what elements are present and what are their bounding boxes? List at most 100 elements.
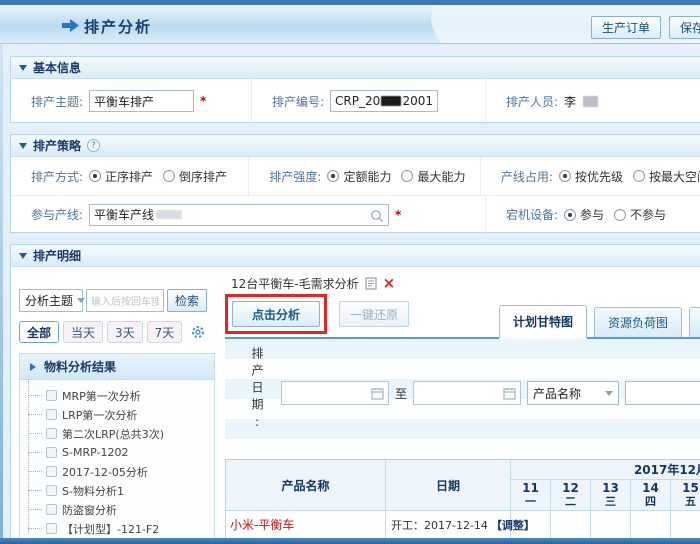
day-column-header[interactable]: 15五 bbox=[671, 480, 700, 510]
range-tab-7days[interactable]: 7天 bbox=[147, 321, 183, 343]
gantt-toolbar: 点击分析 一键还原 计划甘特图 资源负荷图 排产结果表 bbox=[225, 293, 700, 339]
radio-by-max-idle[interactable]: 按最大空闲 bbox=[633, 168, 700, 185]
basic-info-section-title: 基本信息 bbox=[33, 59, 81, 76]
collapse-arrow-icon bbox=[19, 65, 27, 71]
page-banner: 排产分析 生产订单 保存 bbox=[0, 5, 700, 44]
date-to-input[interactable] bbox=[413, 381, 521, 405]
checkbox-icon[interactable] bbox=[46, 523, 57, 534]
day-column-header[interactable]: 11一 bbox=[511, 480, 551, 510]
gantt-cell[interactable] bbox=[551, 511, 591, 538]
radio-backward-scheduling[interactable]: 倒序排产 bbox=[163, 168, 227, 185]
day-column-header[interactable]: 12二 bbox=[551, 480, 591, 510]
checkbox-icon[interactable] bbox=[46, 428, 57, 439]
number-label: 排产编号: bbox=[262, 93, 324, 110]
material-result-tree: 物料分析结果 MRP第一次分析 LRP第一次分析 第二次LRP(总共3次) S-… bbox=[19, 353, 215, 544]
gear-icon[interactable] bbox=[190, 324, 206, 340]
tab-schedule-result[interactable]: 排产结果表 bbox=[689, 307, 700, 337]
number-input[interactable]: CRP_202001 bbox=[330, 90, 438, 112]
tree-item-1205[interactable]: 2017-12-05分析 bbox=[26, 462, 214, 481]
tree-expand-icon bbox=[30, 363, 36, 371]
checkbox-icon[interactable] bbox=[46, 409, 57, 420]
search-button[interactable]: 检索 bbox=[167, 289, 207, 312]
line-value: 平衡车产线 bbox=[94, 206, 154, 223]
occupy-label: 产线占用: bbox=[491, 168, 553, 185]
tree-header[interactable]: 物料分析结果 bbox=[20, 354, 214, 380]
calendar-icon bbox=[503, 387, 516, 400]
gantt-cell[interactable] bbox=[511, 511, 551, 538]
checkbox-icon[interactable] bbox=[46, 466, 57, 477]
analyze-button[interactable]: 点击分析 bbox=[232, 301, 320, 327]
strategy-row-2: 参与产线: 平衡车产线 * 宕机设备: 参与 bbox=[11, 196, 700, 233]
product-filter-input[interactable] bbox=[625, 381, 700, 405]
radio-max-capacity[interactable]: 最大能力 bbox=[401, 168, 465, 185]
restore-button[interactable]: 一键还原 bbox=[339, 301, 409, 327]
tree-item-material1[interactable]: S-物料分析1 bbox=[26, 481, 214, 500]
tab-resource-load[interactable]: 资源负荷图 bbox=[594, 307, 682, 337]
production-line-input[interactable]: 平衡车产线 bbox=[89, 204, 389, 226]
tab-plan-gantt[interactable]: 计划甘特图 bbox=[499, 305, 587, 339]
top-button-group: 生产订单 保存 bbox=[591, 16, 700, 39]
detail-section-title: 排产明细 bbox=[33, 247, 81, 264]
radio-icon bbox=[633, 170, 645, 182]
radio-icon bbox=[614, 209, 626, 221]
collapse-arrow-icon bbox=[19, 143, 27, 149]
detail-section-header[interactable]: 排产明细 bbox=[11, 245, 700, 267]
tree-item-lrp1[interactable]: LRP第一次分析 bbox=[26, 405, 214, 424]
close-icon[interactable]: × bbox=[383, 276, 396, 291]
title-arrow-icon bbox=[62, 19, 79, 35]
strategy-section-title: 排产策略 bbox=[33, 137, 81, 154]
person-value: 李 bbox=[564, 93, 576, 110]
production-order-button[interactable]: 生产订单 bbox=[591, 16, 661, 39]
theme-input[interactable] bbox=[89, 90, 194, 112]
radio-forward-scheduling[interactable]: 正序排产 bbox=[89, 168, 153, 185]
window-bottom-frame bbox=[0, 538, 700, 544]
gantt-cell[interactable] bbox=[591, 511, 631, 538]
date-from-input[interactable] bbox=[281, 381, 389, 405]
gantt-row-xiaomi: 小米-平衡车 开工：2017-12-14 【调整】 bbox=[226, 510, 700, 538]
gantt-cell[interactable] bbox=[631, 511, 671, 538]
app-window: 排产分析 生产订单 保存 基本信息 排产主题: * 排产编号: CRP_2020… bbox=[0, 0, 700, 544]
range-tab-3days[interactable]: 3天 bbox=[107, 321, 143, 343]
search-magnifier-icon[interactable] bbox=[370, 209, 384, 226]
radio-downtime-skip[interactable]: 不参与 bbox=[614, 206, 666, 223]
analysis-title: 12台平衡车-毛需求分析 bbox=[231, 275, 359, 292]
radio-selected-icon bbox=[327, 170, 339, 182]
highlight-annotation: 点击分析 bbox=[225, 294, 327, 334]
product-name-dropdown[interactable]: 产品名称 bbox=[527, 381, 619, 405]
gantt-cell[interactable] bbox=[671, 511, 700, 538]
tree-item-plan-121[interactable]: 【计划型】-121-F2 bbox=[26, 519, 214, 538]
month-header: 2017年12月 bbox=[511, 460, 700, 480]
checkbox-icon[interactable] bbox=[46, 447, 57, 458]
strategy-section-header[interactable]: 排产策略 ? bbox=[11, 135, 700, 157]
tree-item-mrp1[interactable]: MRP第一次分析 bbox=[26, 386, 214, 405]
chevron-down-icon bbox=[77, 298, 85, 303]
checkbox-icon[interactable] bbox=[46, 504, 57, 515]
theme-label: 排产主题: bbox=[21, 93, 83, 110]
to-label: 至 bbox=[395, 385, 407, 402]
product-column-header: 产品名称 bbox=[226, 460, 386, 510]
gantt-filter-area: 排产日期: 至 产品名称 bbox=[225, 339, 700, 451]
analysis-list-panel: 分析主题 检索 全部 当天 3天 7天 bbox=[19, 273, 215, 544]
search-input[interactable] bbox=[86, 289, 164, 312]
help-icon[interactable]: ? bbox=[87, 139, 100, 152]
range-tab-today[interactable]: 当天 bbox=[63, 321, 103, 343]
range-tab-all[interactable]: 全部 bbox=[19, 321, 59, 343]
checkbox-icon[interactable] bbox=[46, 485, 57, 496]
day-column-header[interactable]: 13三 bbox=[591, 480, 631, 510]
radio-downtime-join[interactable]: 参与 bbox=[564, 206, 604, 223]
radio-quota-capacity[interactable]: 定额能力 bbox=[327, 168, 391, 185]
mode-label: 排产方式: bbox=[21, 168, 83, 185]
product-name-cell: 小米-平衡车 bbox=[226, 511, 386, 538]
downtime-label: 宕机设备: bbox=[496, 206, 558, 223]
save-button[interactable]: 保存 bbox=[669, 16, 700, 39]
topic-dropdown[interactable]: 分析主题 bbox=[19, 289, 83, 312]
checkbox-icon[interactable] bbox=[46, 390, 57, 401]
tree-item-smrp[interactable]: S-MRP-1202 bbox=[26, 443, 214, 462]
radio-by-priority[interactable]: 按优先级 bbox=[559, 168, 623, 185]
day-column-header[interactable]: 14四 bbox=[631, 480, 671, 510]
tree-item-lrp2[interactable]: 第二次LRP(总共3次) bbox=[26, 424, 214, 443]
tree-item-window[interactable]: 防盗窗分析 bbox=[26, 500, 214, 519]
edit-note-icon[interactable] bbox=[365, 277, 377, 290]
basic-info-section-header[interactable]: 基本信息 bbox=[11, 57, 700, 79]
basic-info-fields-row: 排产主题: * 排产编号: CRP_202001 排产人员: 李 bbox=[11, 79, 700, 123]
